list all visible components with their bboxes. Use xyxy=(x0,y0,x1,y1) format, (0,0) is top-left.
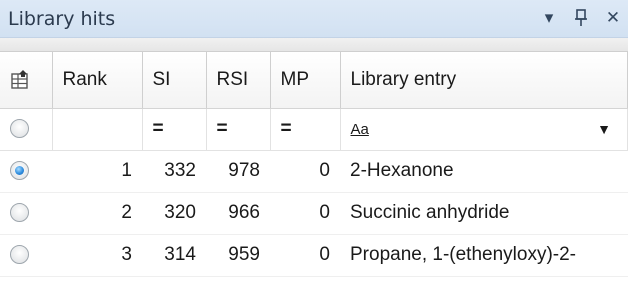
hits-grid: Rank SI RSI MP Library entry = = = Aa ▼ xyxy=(0,52,628,277)
close-icon[interactable]: ✕ xyxy=(602,6,624,30)
cell-rank: 3 xyxy=(52,234,142,277)
row-select[interactable] xyxy=(0,192,52,235)
table-row[interactable]: 2 320 966 0 Succinic anhydride xyxy=(0,192,628,235)
table-row[interactable]: 1 332 978 0 2-Hexanone xyxy=(0,150,628,193)
radio-icon[interactable] xyxy=(10,245,29,265)
cell-library-entry: Succinic anhydride xyxy=(340,192,628,235)
panel-title: Library hits xyxy=(8,8,116,30)
cell-si: 320 xyxy=(142,192,206,235)
radio-icon[interactable] xyxy=(10,119,29,139)
filter-mp-operator[interactable]: = xyxy=(270,108,341,151)
column-chooser-header[interactable] xyxy=(0,52,53,109)
header-row: Rank SI RSI MP Library entry xyxy=(0,52,628,109)
cell-library-entry: 2-Hexanone xyxy=(340,150,628,193)
cell-rsi: 966 xyxy=(206,192,270,235)
cell-rsi: 959 xyxy=(206,234,270,277)
radio-icon[interactable] xyxy=(10,203,29,223)
match-case-icon: Aa xyxy=(350,120,369,138)
filter-rank[interactable] xyxy=(52,108,143,151)
group-panel-strip xyxy=(0,38,628,52)
column-header-si[interactable]: SI xyxy=(142,52,207,109)
filter-rsi-operator[interactable]: = xyxy=(206,108,271,151)
row-select[interactable] xyxy=(0,150,52,193)
cell-mp: 0 xyxy=(270,150,340,193)
cell-rsi: 978 xyxy=(206,150,270,193)
filter-library-entry[interactable]: Aa ▼ xyxy=(340,108,628,151)
entry-match-mode-select[interactable]: Aa ▼ xyxy=(351,121,618,138)
cell-mp: 0 xyxy=(270,234,340,277)
panel-titlebar: Library hits ▾ ✕ xyxy=(0,0,628,38)
column-header-rsi[interactable]: RSI xyxy=(206,52,271,109)
filter-si-operator[interactable]: = xyxy=(142,108,207,151)
dropdown-arrow-icon[interactable]: ▾ xyxy=(538,6,560,30)
table-row[interactable]: 3 314 959 0 Propane, 1-(ethenyloxy)-2- xyxy=(0,234,628,277)
cell-si: 314 xyxy=(142,234,206,277)
pin-icon-svg xyxy=(575,9,587,26)
row-select[interactable] xyxy=(0,234,52,277)
radio-icon[interactable] xyxy=(10,161,29,181)
library-hits-panel: Library hits ▾ ✕ Rank SI RSI MP Library … xyxy=(0,0,628,302)
dropdown-arrow-icon[interactable]: ▼ xyxy=(597,121,611,137)
column-header-mp[interactable]: MP xyxy=(270,52,341,109)
column-chooser-icon xyxy=(11,69,28,89)
cell-library-entry: Propane, 1-(ethenyloxy)-2- xyxy=(340,234,628,277)
cell-mp: 0 xyxy=(270,192,340,235)
column-header-library-entry[interactable]: Library entry xyxy=(340,52,628,109)
column-header-rank[interactable]: Rank xyxy=(52,52,143,109)
pin-icon[interactable] xyxy=(570,6,592,30)
cell-rank: 1 xyxy=(52,150,142,193)
titlebar-controls: ▾ ✕ xyxy=(538,6,624,30)
filter-row: = = = Aa ▼ xyxy=(0,108,628,151)
cell-si: 332 xyxy=(142,150,206,193)
filter-select-cell[interactable] xyxy=(0,108,53,151)
cell-rank: 2 xyxy=(52,192,142,235)
